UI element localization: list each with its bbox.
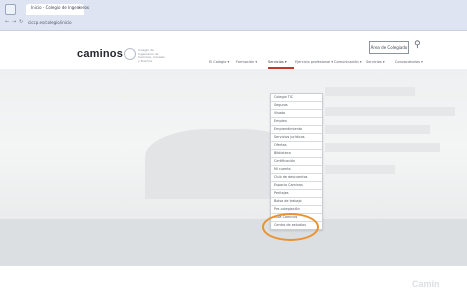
dropdown-item[interactable]: Servicios jurídicos: [271, 134, 322, 142]
dropdown-item[interactable]: Visado: [271, 110, 322, 118]
close-tab-icon[interactable]: ×: [78, 5, 81, 10]
hero-text-line: [325, 125, 430, 134]
active-nav-indicator: [268, 67, 294, 69]
dropdown-item-peritajes[interactable]: Peritajes: [271, 190, 322, 198]
dropdown-item[interactable]: Certificación: [271, 158, 322, 166]
main-navigation: El Colegio ▾ Formación ▾ Servicios ▾ Eje…: [0, 60, 467, 68]
dropdown-item[interactable]: Seguros: [271, 102, 322, 110]
nav-item-convocatorias[interactable]: Convocatorias ▾: [395, 60, 423, 64]
reload-icon[interactable]: ↻: [19, 19, 23, 25]
dropdown-item[interactable]: Bolsa de trabajo: [271, 198, 322, 206]
logo-emblem-icon: [124, 48, 136, 60]
hero-banner: Camin: [0, 69, 467, 289]
hero-text-line: [325, 87, 415, 96]
dropdown-item[interactable]: Espacio Caminos: [271, 182, 322, 190]
hero-foreground: [0, 219, 467, 266]
colegiado-area-button[interactable]: Área de Colegiado: [369, 41, 409, 54]
dropdown-item[interactable]: Emprendimiento: [271, 126, 322, 134]
hero-watermark-text: Camin: [412, 279, 440, 289]
nav-item-formacion[interactable]: Formación ▾: [236, 60, 257, 64]
dropdown-item[interactable]: Colegio TIC: [271, 94, 322, 102]
search-icon[interactable]: ⚲: [414, 40, 421, 50]
browser-tab[interactable]: Inicio - Colegio de Ingenieros ×: [26, 4, 89, 15]
browser-toolbar: ← → ↻ ciccp.es/colegio/inicio: [0, 17, 467, 29]
hero-text-line: [325, 143, 440, 152]
arrow-right-icon[interactable]: →: [12, 19, 16, 25]
nav-item-ejercicio-profesional[interactable]: Ejercicio profesional ▾: [295, 60, 333, 64]
site-logo[interactable]: caminos: [77, 48, 123, 60]
dropdown-item[interactable]: Biblioteca: [271, 150, 322, 158]
highlight-ring-annotation: [262, 213, 319, 241]
dropdown-item[interactable]: Club de descuentos: [271, 174, 322, 182]
web-page: Camin caminos Colegio de Ingenieros de C…: [0, 31, 467, 289]
nav-item-colegio[interactable]: El Colegio ▾: [209, 60, 229, 64]
hero-text-line: [325, 107, 455, 116]
dropdown-item[interactable]: Mi cuenta: [271, 166, 322, 174]
arrow-left-icon[interactable]: ←: [5, 19, 9, 25]
address-bar[interactable]: ciccp.es/colegio/inicio: [28, 19, 328, 27]
dropdown-item[interactable]: Empleo: [271, 118, 322, 126]
nav-item-comunicacion[interactable]: Comunicación ▾: [334, 60, 362, 64]
nav-item-servicios-2[interactable]: Servicios ▾: [366, 60, 385, 64]
servicios-dropdown-menu: Colegio TIC Seguros Visado Empleo Empren…: [270, 93, 323, 230]
nav-item-servicios[interactable]: Servicios ▾: [268, 60, 287, 64]
window-menu-button[interactable]: [5, 4, 16, 15]
browser-chrome: Inicio - Colegio de Ingenieros × ← → ↻ c…: [0, 0, 467, 31]
hero-text-line: [325, 165, 395, 174]
dropdown-item[interactable]: Ofertas: [271, 142, 322, 150]
